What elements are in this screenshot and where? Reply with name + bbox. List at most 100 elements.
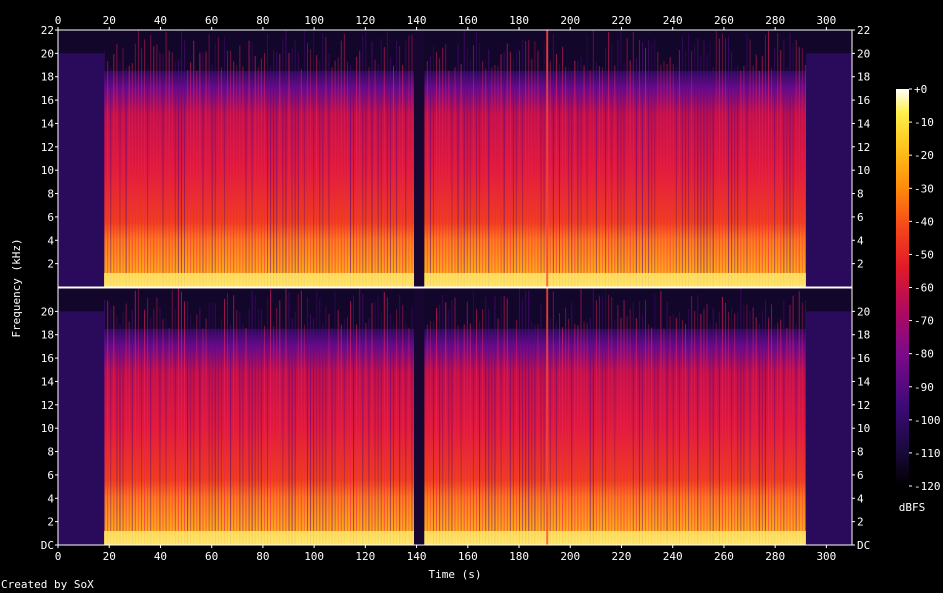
spectral-streak xyxy=(257,67,259,287)
spectral-streak xyxy=(362,293,364,545)
spectral-streak xyxy=(709,42,711,288)
y-tick-label-right: 2 xyxy=(857,258,864,271)
y-tick-label-right: 16 xyxy=(857,352,870,365)
spectral-streak xyxy=(251,41,253,287)
spectral-streak xyxy=(239,311,241,545)
x-tick-label-top: 100 xyxy=(304,14,324,27)
spectral-streak xyxy=(506,43,508,287)
spectral-streak xyxy=(654,293,656,545)
spectral-streak xyxy=(285,30,287,288)
spectral-streak xyxy=(334,291,336,545)
spectral-streak xyxy=(220,67,222,287)
spectral-streak xyxy=(328,53,330,287)
spectral-streak xyxy=(294,40,296,288)
colorbar-tick-label: -50 xyxy=(914,248,934,261)
spectral-streak xyxy=(122,312,124,545)
colorbar-tick-label: -10 xyxy=(914,116,934,129)
spectral-streak xyxy=(466,47,468,288)
spectral-streak xyxy=(749,310,751,545)
spectral-streak xyxy=(605,47,607,288)
spectral-streak xyxy=(448,70,450,287)
spectral-streak xyxy=(184,301,186,545)
spectral-streak xyxy=(276,308,278,545)
spectral-streak xyxy=(614,319,616,545)
spectral-streak xyxy=(691,295,693,545)
spectral-streak xyxy=(482,309,484,545)
spectral-streak xyxy=(180,291,182,545)
spectral-streak xyxy=(651,327,653,545)
spectral-streak xyxy=(227,50,229,288)
spectral-streak xyxy=(565,307,567,545)
spectral-streak xyxy=(325,306,327,545)
colorbar-tick-label: -120 xyxy=(914,480,941,493)
spectral-streak xyxy=(767,317,769,545)
spectral-streak xyxy=(313,31,315,287)
spectral-streak xyxy=(220,318,222,545)
spectral-streak xyxy=(611,297,613,545)
spectral-streak xyxy=(223,36,225,288)
spectral-streak xyxy=(543,42,545,287)
low-frequency-band xyxy=(104,272,806,287)
spectral-streak xyxy=(273,325,275,545)
click-transient xyxy=(546,288,549,545)
spectral-streak xyxy=(119,61,121,288)
spectral-streak xyxy=(273,50,275,288)
spectral-streak xyxy=(694,44,696,287)
spectral-streak xyxy=(718,38,720,288)
spectral-streak xyxy=(405,40,407,287)
spectral-streak xyxy=(534,41,536,287)
spectral-streak xyxy=(217,36,219,287)
y-tick-label-right: 2 xyxy=(857,516,864,529)
spectral-streak xyxy=(236,310,238,545)
x-tick-label: 200 xyxy=(560,550,580,563)
spectral-streak xyxy=(168,327,170,545)
spectral-streak xyxy=(328,313,330,545)
click-transient xyxy=(546,30,549,287)
x-tick-label: 220 xyxy=(612,550,632,563)
spectral-streak xyxy=(577,61,579,287)
spectral-streak xyxy=(174,309,176,545)
spectral-streak xyxy=(472,290,474,545)
spectral-streak xyxy=(589,317,591,545)
spectral-streak xyxy=(448,309,450,545)
spectral-streak xyxy=(116,316,118,545)
spectral-streak xyxy=(595,61,597,287)
spectral-streak xyxy=(451,70,453,287)
spectral-streak xyxy=(137,289,139,545)
spectral-streak xyxy=(313,318,315,545)
y-tick-label: 4 xyxy=(47,234,54,247)
spectral-streak xyxy=(712,66,714,287)
y-tick-label-right: 4 xyxy=(857,492,864,505)
y-tick-label: 20 xyxy=(41,305,54,318)
spectral-streak xyxy=(678,311,680,545)
spectral-streak xyxy=(454,297,456,545)
colorbar-tick-label: -90 xyxy=(914,381,934,394)
x-tick-label-top: 60 xyxy=(205,14,218,27)
spectral-streak xyxy=(792,295,794,545)
spectral-streak xyxy=(104,50,106,287)
y-tick-label: 2 xyxy=(47,516,54,529)
spectral-streak xyxy=(700,313,702,545)
spectral-streak xyxy=(334,60,336,287)
spectral-streak xyxy=(752,307,754,545)
spectral-streak xyxy=(767,31,769,288)
y-axis-title: Frequency (kHz) xyxy=(10,238,23,337)
spectral-streak xyxy=(254,295,256,545)
spectral-streak xyxy=(522,298,524,545)
y-tick-label: 14 xyxy=(41,375,55,388)
y-tick-label: 2 xyxy=(47,258,54,271)
spectral-streak xyxy=(113,305,115,545)
spectral-streak xyxy=(697,295,699,545)
spectral-streak xyxy=(755,317,757,545)
spectral-streak xyxy=(500,54,502,287)
spectral-streak xyxy=(623,300,625,545)
spectral-streak xyxy=(187,69,189,287)
spectral-streak xyxy=(605,289,607,545)
spectral-streak xyxy=(525,291,527,545)
spectral-streak xyxy=(242,323,244,545)
spectral-streak xyxy=(291,48,293,288)
spectral-streak xyxy=(380,313,382,545)
spectral-streak xyxy=(691,51,693,288)
y-tick-label: 10 xyxy=(41,422,54,435)
x-tick-label-top: 140 xyxy=(407,14,427,27)
